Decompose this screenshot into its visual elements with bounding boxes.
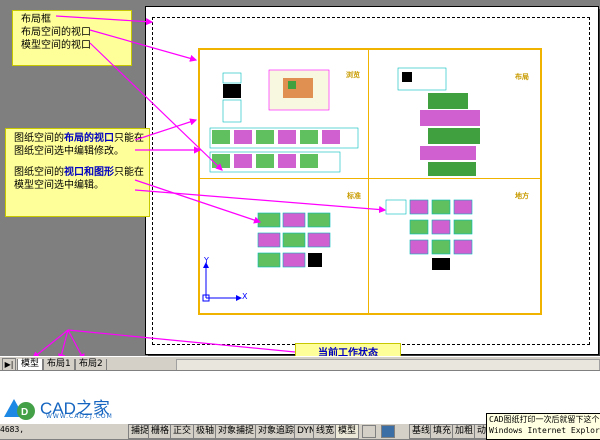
tooltip-line-2: Windows Internet Explorer <box>489 426 600 435</box>
status-fill-button[interactable]: 填充 <box>430 424 455 439</box>
status-bold-button[interactable]: 加粗 <box>452 424 477 439</box>
svg-text:D: D <box>21 407 28 418</box>
tooltip-line-1: CAD图纸打印一次后就留下这个 <box>489 415 600 424</box>
status-grid-button[interactable]: 栅格 <box>148 424 173 439</box>
cad-logo-icon: D <box>4 399 35 420</box>
status-otrack-button[interactable]: 对象追踪 <box>255 424 298 439</box>
coordinate-readout: 4683, <box>0 425 25 434</box>
status-polar-button[interactable]: 极轴 <box>193 424 218 439</box>
logo-area: D CAD之家 WWW.CADZJ.COM <box>0 399 122 423</box>
logo-url: WWW.CADZJ.COM <box>46 413 113 420</box>
status-model-button[interactable]: 模型 <box>335 424 360 439</box>
maximize-viewport-icon[interactable] <box>362 425 376 438</box>
communication-center-icon[interactable] <box>381 425 395 438</box>
status-lineweight-button[interactable]: 线宽 <box>313 424 338 439</box>
status-osnap-button[interactable]: 对象捕捉 <box>215 424 258 439</box>
status-ortho-button[interactable]: 正交 <box>170 424 195 439</box>
taskbar-tooltip: CAD图纸打印一次后就留下这个 Windows Internet Explore… <box>486 413 600 440</box>
